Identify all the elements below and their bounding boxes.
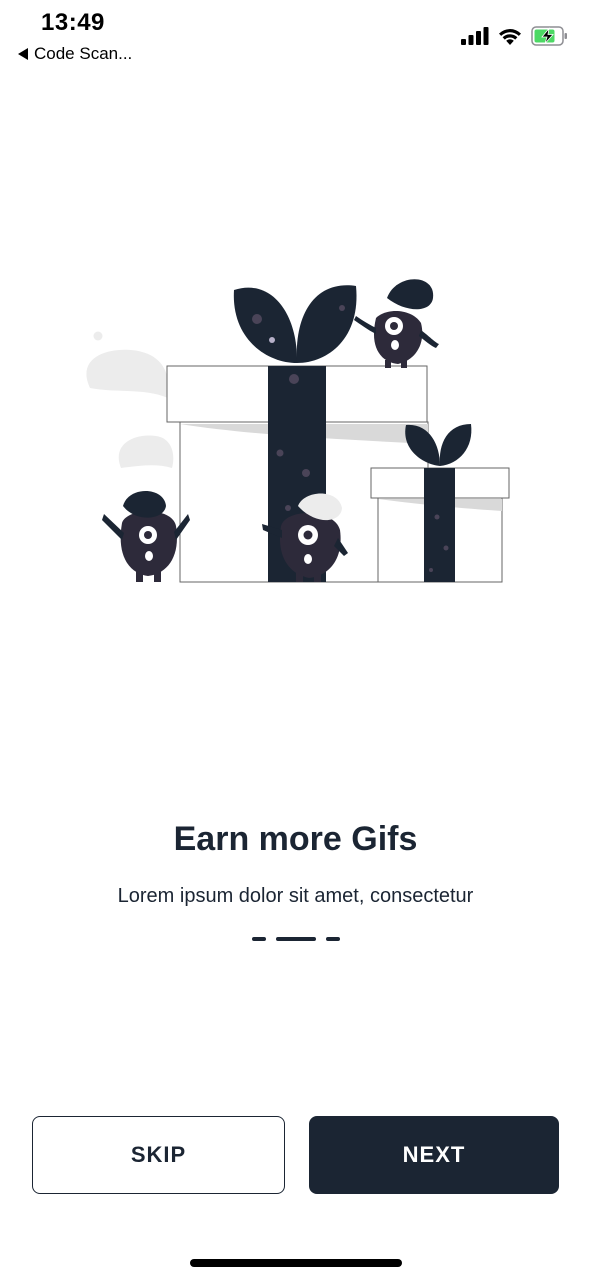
page-dot-2-active [275,937,316,941]
page-dot-3 [325,937,340,941]
back-to-app-link[interactable]: Code Scan... [18,44,132,64]
back-app-label: Code Scan... [34,44,133,63]
page-indicator [0,937,591,941]
next-button[interactable]: NEXT [309,1116,559,1194]
onboarding-screen: 13:49 Code Scan... Earn more Gifs Lorem … [0,0,591,1280]
gift-boxes-monsters-illustration [86,279,510,583]
page-dot-1 [251,937,266,941]
onboarding-subtitle: Lorem ipsum dolor sit amet, consectetur [117,885,474,907]
home-indicator[interactable] [190,1259,402,1267]
signal-icon [461,27,489,45]
wifi-icon [499,28,521,45]
onboarding-title: Earn more Gifs [173,820,418,858]
status-time: 13:49 [41,9,105,36]
battery-charging-icon [531,26,567,46]
back-caret-icon [18,48,28,60]
skip-button[interactable]: SKIP [32,1116,285,1194]
status-icons [461,26,569,46]
